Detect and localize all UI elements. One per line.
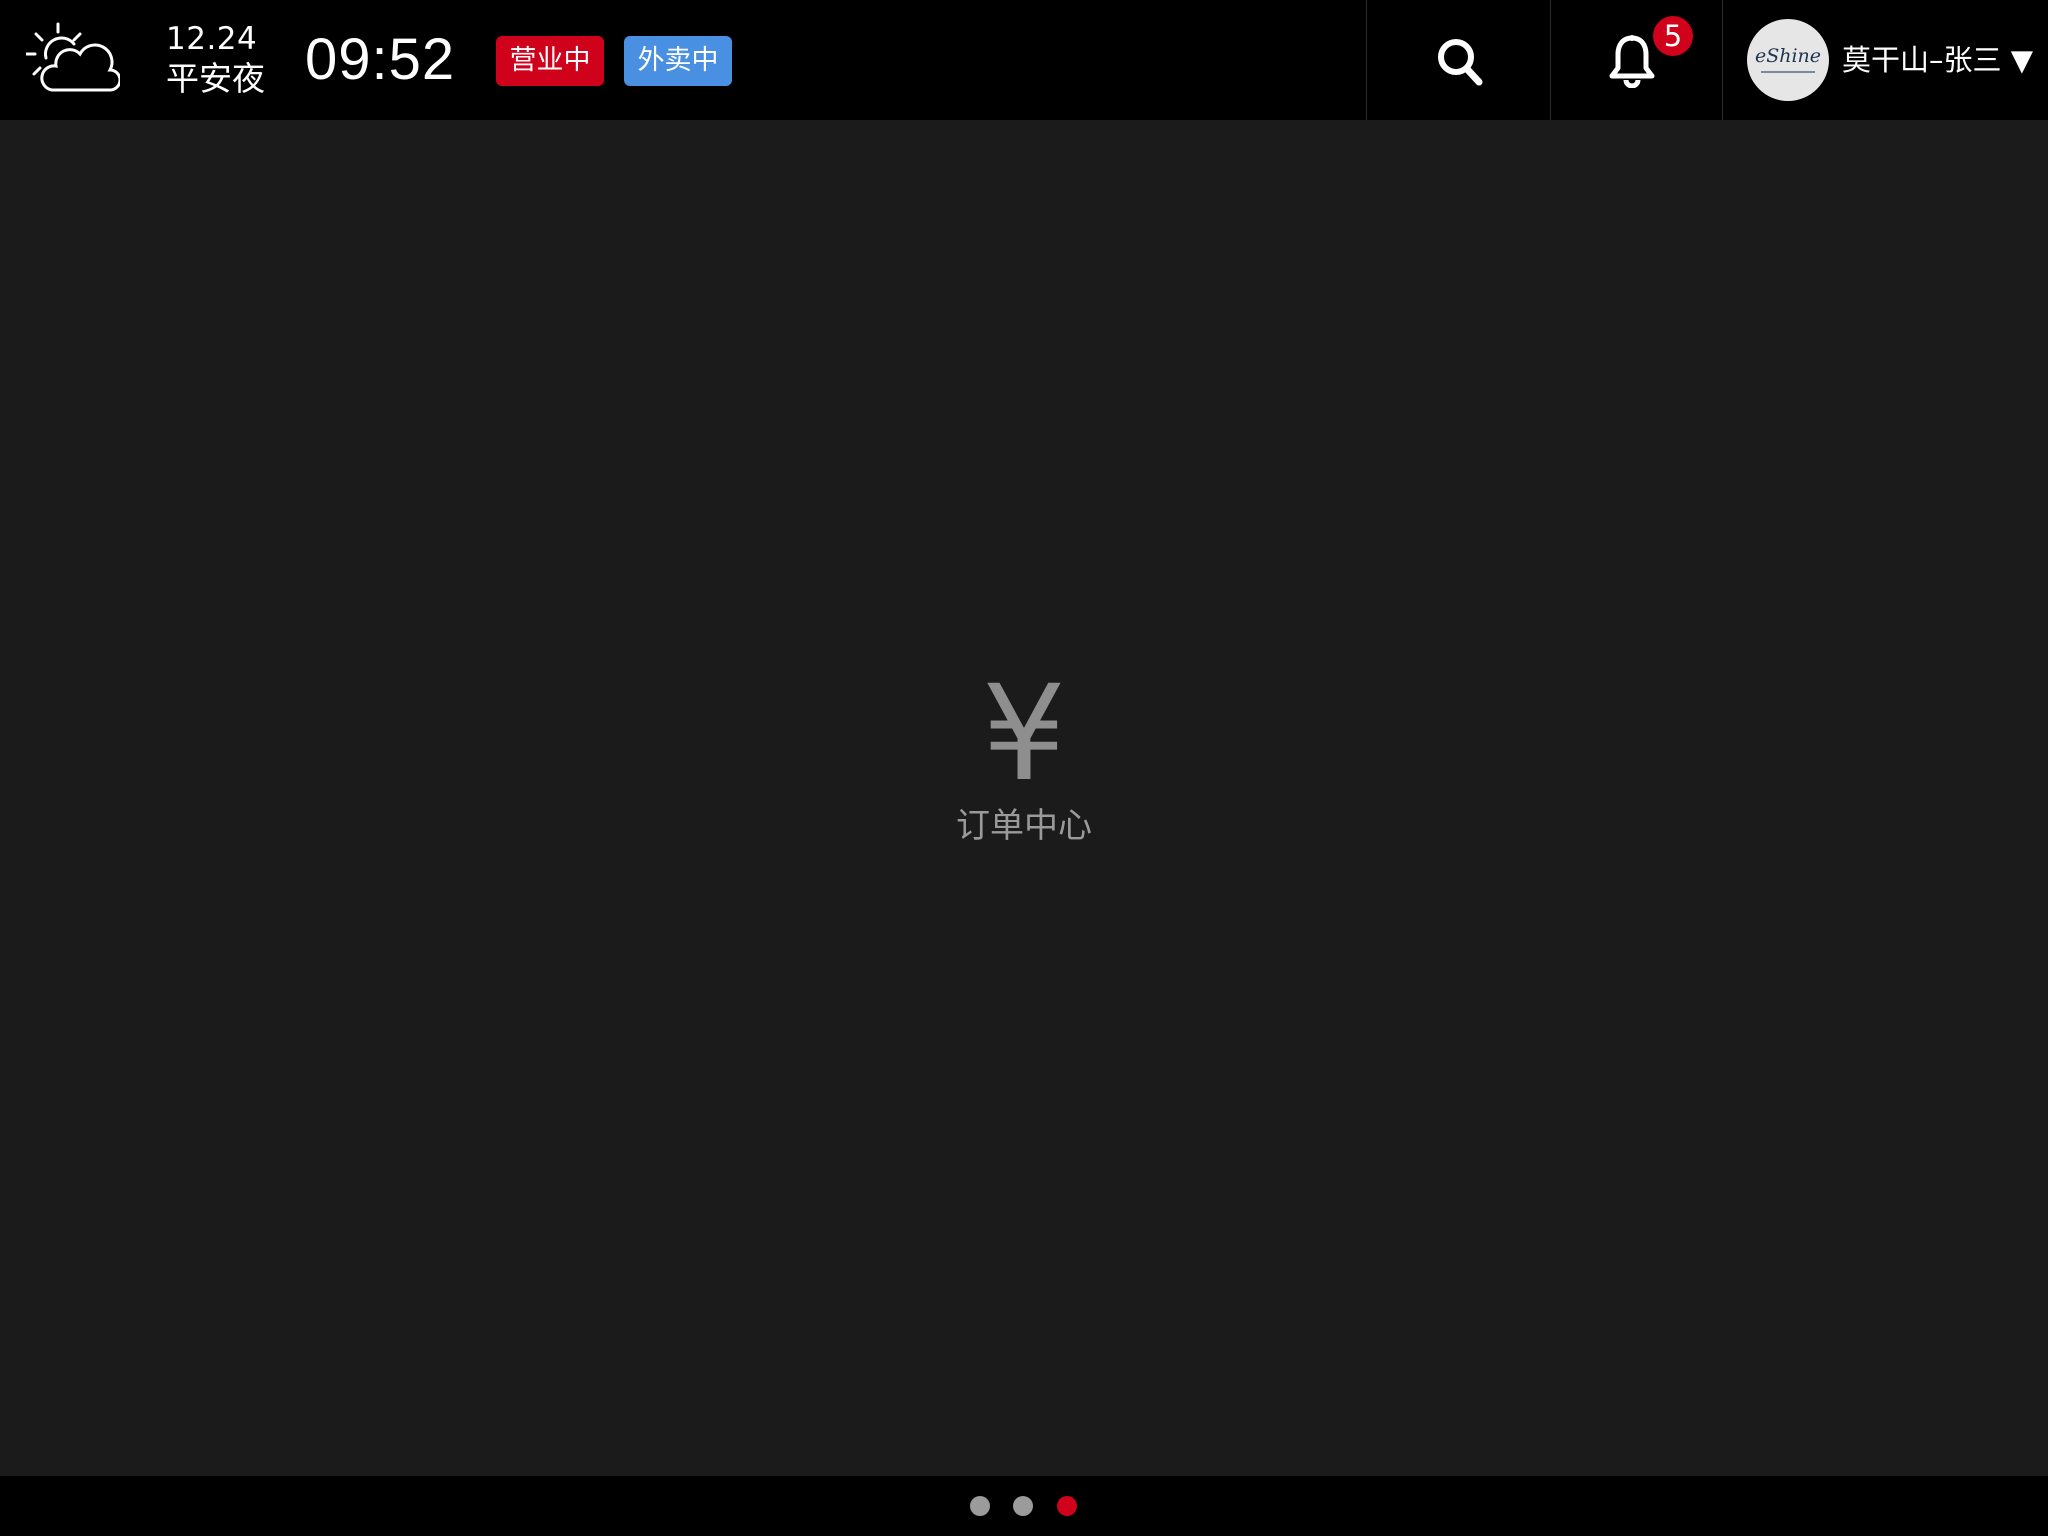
user-menu-dropdown[interactable]: 莫干山–张三 ▼ bbox=[1842, 36, 2033, 84]
delivery-status-badge[interactable]: 外卖中 bbox=[624, 36, 732, 86]
holiday-text: 平安夜 bbox=[166, 59, 265, 98]
page-dot-active[interactable] bbox=[1057, 1496, 1077, 1516]
search-icon bbox=[1438, 39, 1483, 86]
notification-count-badge: 5 bbox=[1653, 16, 1693, 56]
avatar-logo-underline bbox=[1761, 71, 1815, 73]
date-text: 12.24 bbox=[166, 21, 258, 57]
partly-cloudy-icon bbox=[26, 22, 120, 92]
clock: 09:52 bbox=[305, 27, 456, 92]
search-button[interactable] bbox=[1367, 0, 1550, 120]
order-center-label: 订单中心 bbox=[956, 806, 1092, 846]
order-center-shortcut[interactable]: ¥ 订单中心 bbox=[924, 664, 1124, 864]
avatar[interactable]: eShine bbox=[1747, 19, 1829, 101]
page-dot[interactable] bbox=[1013, 1496, 1033, 1516]
divider bbox=[1722, 0, 1723, 120]
notifications-button[interactable]: 5 bbox=[1551, 0, 1722, 120]
page-dot[interactable] bbox=[970, 1496, 990, 1516]
business-status-badge[interactable]: 营业中 bbox=[496, 36, 604, 86]
pager-bar bbox=[0, 1476, 2048, 1536]
avatar-logo-text: eShine bbox=[1754, 45, 1822, 67]
top-bar: 12.24 平安夜 09:52 营业中 外卖中 5 eShine 莫干山–张三 … bbox=[0, 0, 2048, 120]
date-block: 12.24 平安夜 bbox=[166, 20, 286, 100]
yen-icon: ¥ bbox=[982, 657, 1066, 811]
bell-icon bbox=[1609, 35, 1655, 88]
